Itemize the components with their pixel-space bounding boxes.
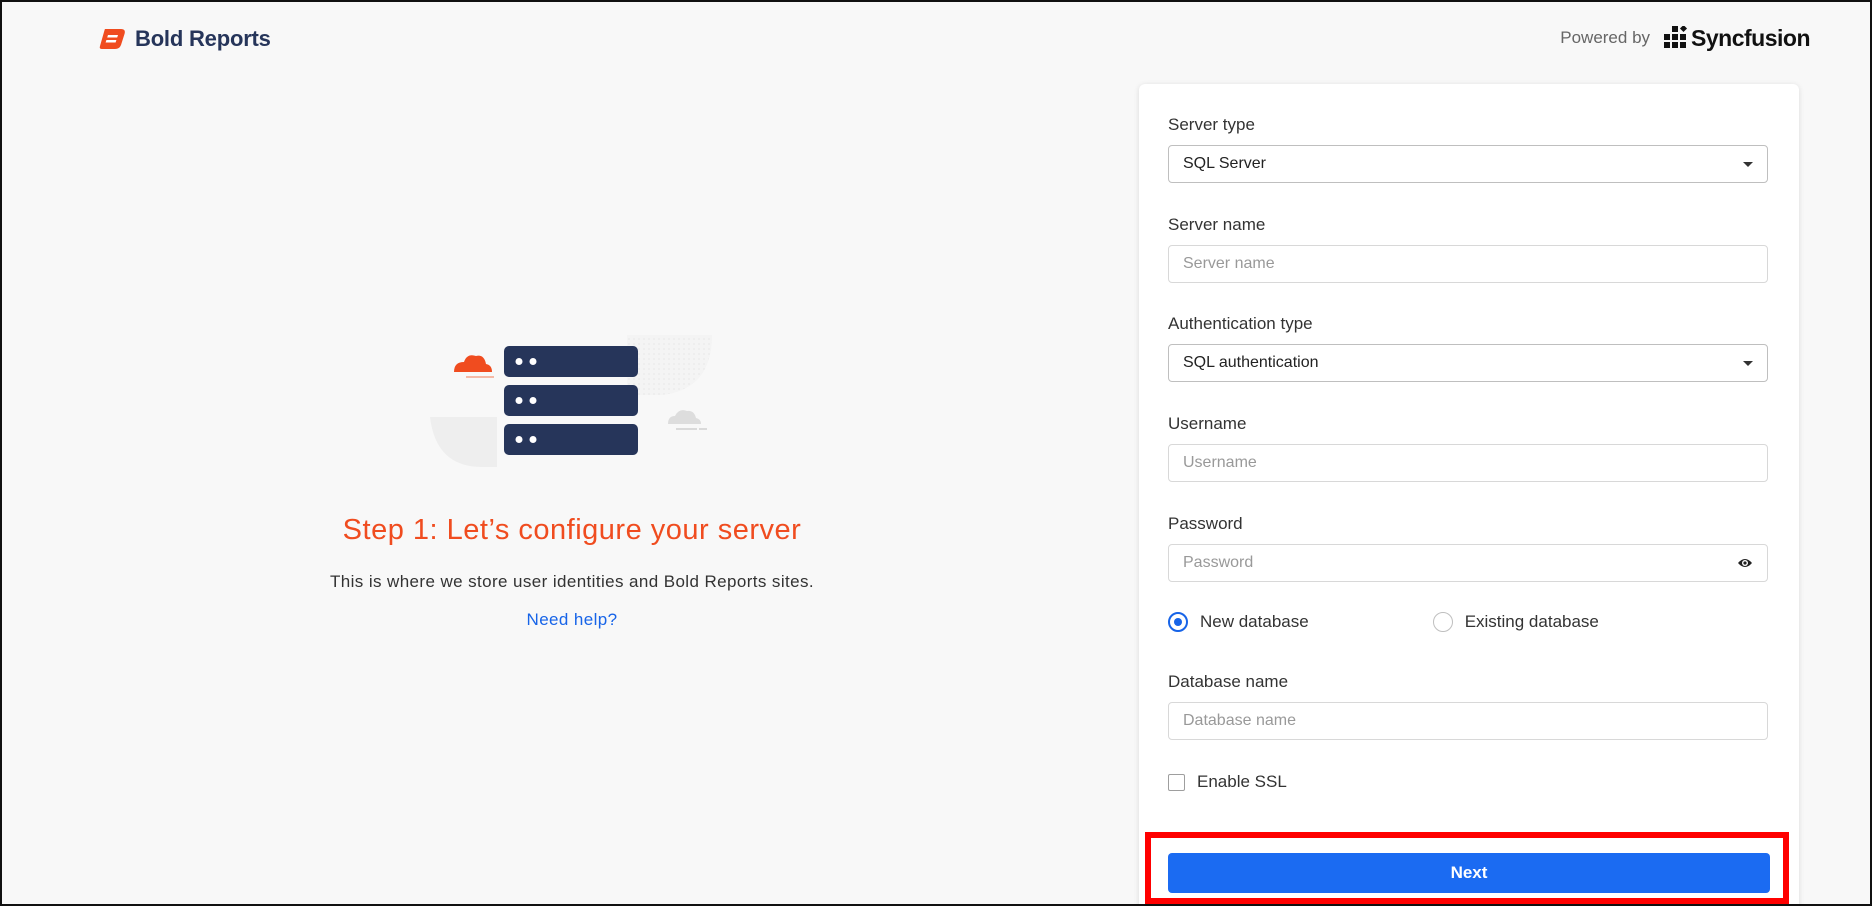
syncfusion-logo[interactable]: Syncfusion [1664, 26, 1810, 50]
powered-by: Powered by Syncfusion [1560, 26, 1810, 50]
auth-type-select[interactable]: SQL authentication [1168, 344, 1768, 382]
database-name-input[interactable]: Database name [1168, 702, 1768, 740]
step-subtitle: This is where we store user identities a… [329, 572, 814, 591]
password-label: Password [1168, 514, 1243, 533]
server-type-select[interactable]: SQL Server [1168, 145, 1768, 183]
new-database-label: New database [1200, 612, 1309, 631]
next-button[interactable]: Next [1168, 853, 1770, 893]
powered-by-label: Powered by [1560, 28, 1651, 47]
server-name-label: Server name [1168, 215, 1266, 234]
existing-database-label: Existing database [1464, 612, 1599, 631]
bold-reports-logo-icon [99, 29, 125, 49]
server-name-input[interactable]: Server name [1168, 245, 1768, 283]
server-config-form: Server type SQL Server Server name Serve… [1139, 84, 1799, 904]
chevron-down-icon [1743, 361, 1753, 366]
auth-type-value: SQL authentication [1183, 354, 1319, 371]
server-illustration [430, 335, 712, 467]
password-placeholder: Password [1183, 554, 1254, 571]
radio-unchecked-icon [1432, 612, 1453, 632]
enable-ssl-checkbox[interactable]: Enable SSL [1168, 772, 1287, 792]
username-placeholder: Username [1183, 454, 1257, 471]
database-name-label: Database name [1168, 672, 1289, 691]
auth-type-label: Authentication type [1168, 314, 1313, 333]
enable-ssl-label: Enable SSL [1197, 772, 1287, 791]
new-database-radio[interactable]: New database [1168, 612, 1309, 632]
syncfusion-logo-icon [1664, 26, 1688, 48]
database-name-placeholder: Database name [1183, 712, 1296, 729]
syncfusion-brand-name: Syncfusion [1691, 25, 1810, 51]
password-input[interactable]: Password [1168, 544, 1768, 582]
chevron-down-icon [1743, 162, 1753, 167]
existing-database-radio[interactable]: Existing database [1432, 612, 1599, 632]
eye-icon[interactable] [1737, 556, 1753, 570]
radio-checked-icon [1168, 612, 1188, 632]
need-help-link[interactable]: Need help? [2, 610, 1142, 630]
username-input[interactable]: Username [1168, 444, 1768, 482]
checkbox-unchecked-icon [1168, 773, 1185, 791]
server-name-placeholder: Server name [1183, 255, 1275, 272]
server-type-label: Server type [1168, 115, 1255, 134]
brand-name: Bold Reports [135, 26, 271, 51]
brand-logo[interactable]: Bold Reports [99, 26, 271, 52]
server-type-value: SQL Server [1183, 155, 1266, 172]
database-mode-group: New database Existing database [1168, 612, 1599, 632]
step-title: Step 1: Let’s configure your server [342, 514, 802, 546]
username-label: Username [1168, 414, 1247, 433]
setup-page: Bold Reports Powered by Syncfusion Step … [0, 0, 1872, 906]
